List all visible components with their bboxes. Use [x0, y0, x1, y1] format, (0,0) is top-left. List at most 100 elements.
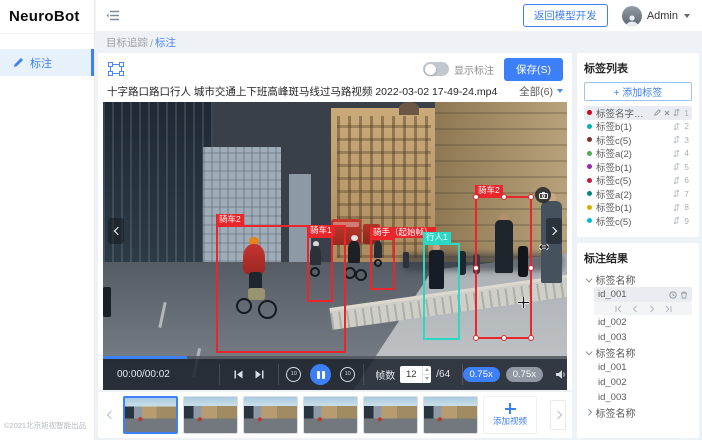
sort-icon[interactable]	[673, 108, 680, 117]
frame-total: /64	[436, 369, 450, 380]
annotation-results-panel: 标注结果 标签名称 id_001 id_002 id_003	[577, 243, 699, 438]
first-page-icon[interactable]	[614, 305, 622, 313]
rect-select-tool[interactable]	[107, 61, 125, 77]
result-item[interactable]: id_002	[594, 375, 692, 390]
result-item[interactable]: id_001	[594, 360, 692, 375]
result-item[interactable]: id_003	[594, 330, 692, 345]
frame-input-value[interactable]: 12	[400, 366, 422, 383]
sort-icon[interactable]	[673, 122, 680, 131]
history-clock-icon[interactable]	[669, 291, 677, 299]
bbox-pedestrian1[interactable]: 行人1	[423, 243, 460, 340]
sort-icon[interactable]	[673, 216, 680, 225]
bbox-cyclist1[interactable]: 骑车1	[307, 236, 333, 302]
add-video-button[interactable]: 添加视频	[483, 396, 537, 434]
spinner-up[interactable]	[423, 366, 431, 374]
result-group-header[interactable]: 标签名称	[584, 272, 692, 287]
video-thumbnail[interactable]	[423, 396, 478, 434]
show-annotations-toggle[interactable]	[423, 62, 449, 76]
trash-icon[interactable]	[680, 291, 688, 299]
label-row[interactable]: 标签a(2) 4	[584, 147, 692, 161]
sidebar-item-annotate[interactable]: 标注	[0, 49, 94, 76]
next-page-icon[interactable]	[648, 305, 656, 313]
add-label-button[interactable]: + 添加标签	[584, 82, 692, 101]
sort-icon[interactable]	[673, 176, 680, 185]
frame-count-label: 帧数	[375, 367, 395, 382]
bbox-cyclist2-selected[interactable]: 骑车2	[475, 196, 532, 339]
resize-handle[interactable]	[501, 335, 507, 341]
resize-handle[interactable]	[528, 194, 534, 200]
label-color-dot	[587, 124, 592, 129]
sort-icon[interactable]	[673, 149, 680, 158]
sort-icon[interactable]	[673, 162, 680, 171]
speed-pill-inactive[interactable]: 0.75x	[506, 367, 543, 382]
building-dome	[399, 102, 419, 115]
result-item[interactable]: id_003	[594, 390, 692, 405]
resize-handle[interactable]	[473, 194, 479, 200]
speed-pill-active[interactable]: 0.75x	[463, 367, 500, 382]
frame-pager	[594, 302, 692, 315]
video-player[interactable]: 骑车2 骑车1 骑手（起始帧） 行人1 骑车2	[103, 102, 567, 390]
back-to-model-dev-button[interactable]: 返回模型开发	[523, 4, 608, 27]
next-frame-button[interactable]	[254, 369, 265, 380]
pencil-icon	[13, 57, 24, 68]
progress-bar[interactable]	[103, 356, 567, 359]
result-group-header[interactable]: 标签名称	[584, 345, 692, 360]
delete-label-icon[interactable]	[664, 110, 670, 116]
prev-video-nav[interactable]	[108, 218, 124, 244]
snapshot-camera-button[interactable]	[535, 187, 551, 203]
add-video-label: 添加视频	[493, 415, 527, 427]
label-row[interactable]: 标签名字最长数... 1	[584, 106, 692, 120]
result-group-header[interactable]: 标签名称	[584, 405, 692, 420]
sidebar-collapse-icon[interactable]	[106, 9, 120, 22]
filter-dropdown[interactable]: 全部(6)	[519, 84, 563, 99]
sort-icon[interactable]	[673, 135, 680, 144]
resize-handle[interactable]	[528, 335, 534, 341]
label-row[interactable]: 标签b(1) 8	[584, 201, 692, 215]
result-item[interactable]: id_002	[594, 315, 692, 330]
filmstrip-prev[interactable]	[104, 400, 118, 430]
resize-handle[interactable]	[501, 194, 507, 200]
app-logo: NeuroBot	[0, 0, 94, 34]
label-row[interactable]: 标签c(5) 3	[584, 133, 692, 147]
resize-handle[interactable]	[473, 265, 479, 271]
save-button[interactable]: 保存(S)	[504, 58, 563, 81]
group-name: 标签名称	[596, 405, 636, 420]
label-name: 标签名字最长数...	[596, 106, 650, 120]
frame-input[interactable]: 12	[400, 366, 431, 383]
rewind-10-button[interactable]: 10	[286, 367, 301, 382]
user-menu[interactable]: Admin	[622, 6, 690, 26]
sort-icon[interactable]	[673, 203, 680, 212]
prev-page-icon[interactable]	[631, 305, 639, 313]
pause-button[interactable]	[310, 364, 331, 385]
breadcrumb-parent[interactable]: 目标追踪	[106, 35, 148, 50]
label-row[interactable]: 标签c(5) 9	[584, 214, 692, 228]
label-row[interactable]: 标签c(5) 6	[584, 174, 692, 188]
volume-icon[interactable]	[555, 369, 567, 380]
label-row[interactable]: 标签b(1) 5	[584, 160, 692, 174]
label-row[interactable]: 标签b(1) 2	[584, 120, 692, 134]
resize-handle[interactable]	[473, 335, 479, 341]
label-color-dot	[587, 218, 592, 223]
video-thumbnail[interactable]	[363, 396, 418, 434]
spinner-down[interactable]	[423, 374, 431, 383]
forward-10-button[interactable]: 10	[340, 367, 355, 382]
show-annotations-label: 显示标注	[454, 62, 494, 77]
bbox-rider-startframe[interactable]: 骑手（起始帧）	[370, 238, 395, 290]
filmstrip-next[interactable]	[550, 400, 566, 430]
copyright-text: ©2021北京矩视智能出品	[0, 420, 90, 431]
sort-icon[interactable]	[673, 189, 680, 198]
label-row[interactable]: 标签a(2) 7	[584, 187, 692, 201]
results-title: 标注结果	[584, 250, 692, 266]
video-thumbnail[interactable]	[303, 396, 358, 434]
prev-frame-button[interactable]	[233, 369, 244, 380]
video-thumbnail[interactable]	[123, 396, 178, 434]
last-page-icon[interactable]	[665, 305, 673, 313]
rewind-10-label: 10	[291, 371, 297, 377]
next-video-nav[interactable]	[546, 218, 562, 244]
resize-handle[interactable]	[528, 265, 534, 271]
breadcrumb: 目标追踪 / 标注	[96, 32, 702, 53]
result-item[interactable]: id_001	[594, 287, 692, 302]
video-thumbnail[interactable]	[243, 396, 298, 434]
edit-label-icon[interactable]	[654, 109, 661, 116]
video-thumbnail[interactable]	[183, 396, 238, 434]
